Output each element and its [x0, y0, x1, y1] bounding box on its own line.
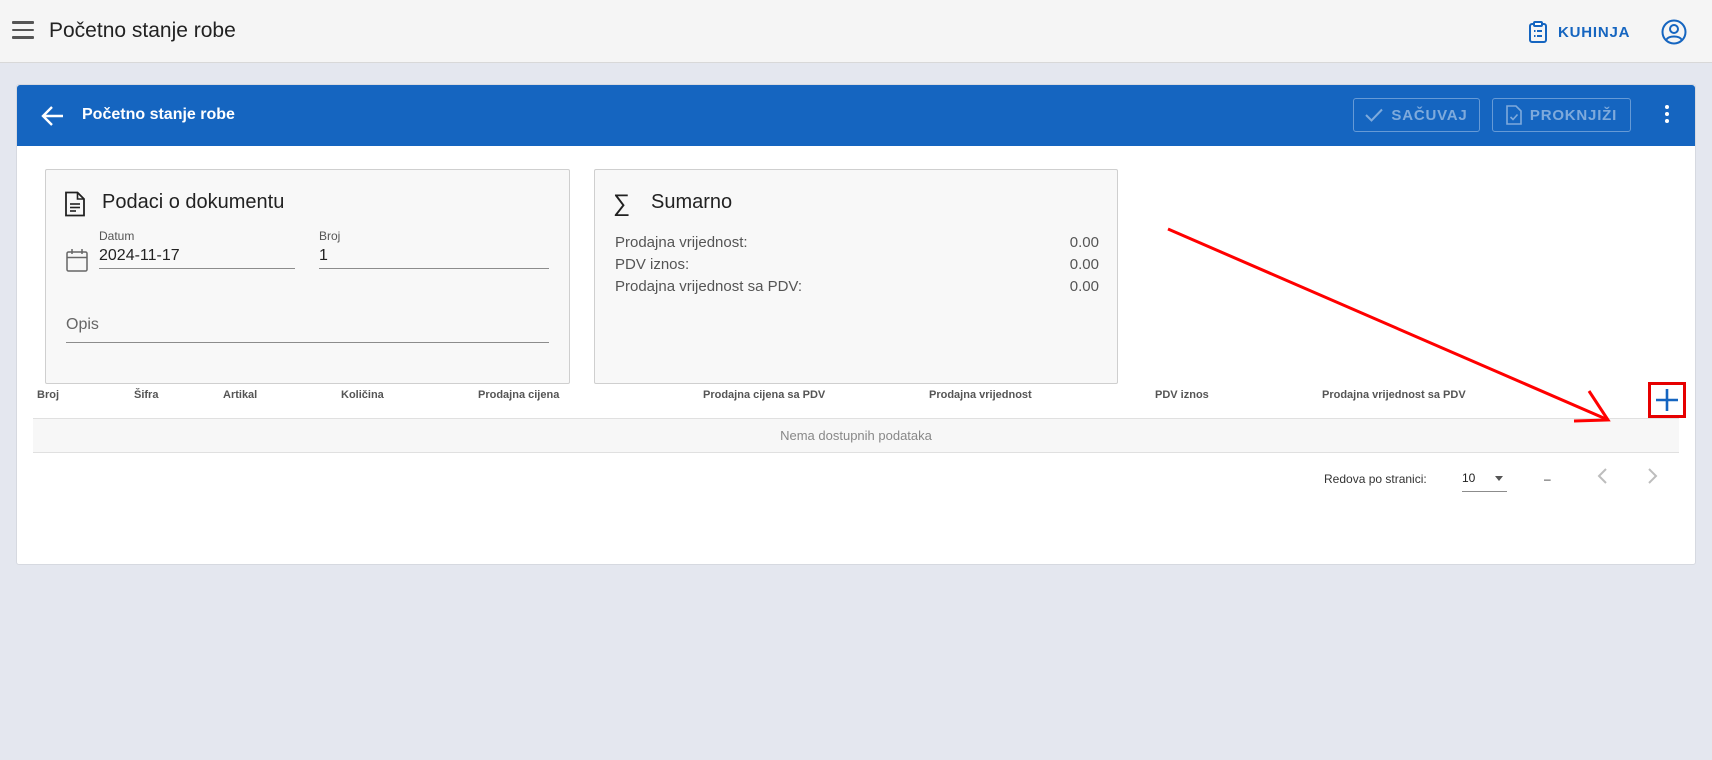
check-icon [1365, 108, 1384, 122]
summary-row-value: 0.00 [1069, 234, 1099, 251]
card-title: Početno stanje robe [82, 106, 235, 123]
summary-panel-title: Sumarno [651, 191, 733, 213]
column-header-sifra[interactable]: Šifra [134, 389, 158, 401]
date-field[interactable]: Datum 2024-11-17 [99, 229, 295, 269]
column-header-kolicina[interactable]: Količina [341, 389, 384, 401]
date-value[interactable]: 2024-11-17 [99, 247, 295, 269]
location-label: KUHINJA [1558, 23, 1631, 41]
arrow-left-icon[interactable] [39, 102, 67, 130]
number-value[interactable]: 1 [319, 247, 549, 269]
column-header-broj[interactable]: Broj [37, 389, 59, 401]
clipboard-icon [1529, 21, 1547, 43]
rows-per-page-label: Redova po stranici: [1324, 472, 1427, 486]
save-button[interactable]: SAČUVAJ [1353, 98, 1480, 132]
column-header-prodajna-cijena-sa-pdv[interactable]: Prodajna cijena sa PDV [703, 389, 825, 401]
summary-row: Prodajna vrijednost: 0.00 [615, 234, 1099, 251]
page-range: – [1544, 472, 1551, 486]
number-field[interactable]: Broj 1 [319, 229, 549, 269]
document-icon [65, 191, 85, 217]
post-label: PROKNJIŽI [1529, 106, 1618, 124]
card-header: Početno stanje robe SAČUVAJ PROKNJIŽI [17, 85, 1695, 146]
plus-icon [1656, 389, 1678, 411]
summary-row-label: Prodajna vrijednost sa PDV: [615, 278, 803, 295]
chevron-down-icon [1495, 476, 1503, 481]
summary-row-value: 0.00 [1069, 256, 1099, 273]
save-label: SAČUVAJ [1391, 106, 1468, 124]
table-empty-row: Nema dostupnih podataka [33, 419, 1679, 453]
number-label: Broj [319, 229, 341, 243]
summary-row-label: PDV iznos: [615, 256, 690, 273]
calendar-icon[interactable] [66, 248, 88, 272]
add-row-button[interactable] [1648, 382, 1686, 418]
table-header: Broj Šifra Artikal Količina Prodajna cij… [33, 370, 1686, 419]
location-button[interactable]: KUHINJA [1528, 18, 1630, 46]
summary-panel: ∑ Sumarno Prodajna vrijednost: 0.00 PDV … [594, 169, 1118, 384]
column-header-pdv-iznos[interactable]: PDV iznos [1155, 389, 1209, 401]
summary-row: Prodajna vrijednost sa PDV: 0.00 [615, 278, 1099, 295]
chevron-right-icon[interactable] [1640, 464, 1664, 488]
date-label: Datum [99, 229, 135, 243]
column-header-prodajna-vrijednost[interactable]: Prodajna vrijednost [929, 389, 1032, 401]
more-vert-icon[interactable] [1657, 103, 1677, 129]
summary-row-value: 0.00 [1069, 278, 1099, 295]
column-header-prodajna-cijena[interactable]: Prodajna cijena [478, 389, 559, 401]
post-button[interactable]: PROKNJIŽI [1492, 98, 1631, 132]
column-header-artikal[interactable]: Artikal [223, 389, 257, 401]
document-card: Početno stanje robe SAČUVAJ PROKNJIŽI Po… [16, 84, 1696, 565]
rows-per-page-select[interactable]: 10 [1462, 465, 1507, 492]
document-panel-title: Podaci o dokumentu [102, 191, 285, 213]
summary-row-label: Prodajna vrijednost: [615, 234, 748, 251]
document-check-icon [1506, 105, 1522, 125]
empty-message: Nema dostupnih podataka [780, 428, 932, 443]
summary-row: PDV iznos: 0.00 [615, 256, 1099, 273]
app-bar: Početno stanje robe KUHINJA [0, 0, 1712, 63]
document-info-panel: Podaci o dokumentu Datum 2024-11-17 Broj… [45, 169, 570, 384]
sigma-icon: ∑ [613, 190, 631, 217]
account-icon[interactable] [1661, 19, 1687, 45]
menu-icon[interactable] [12, 21, 34, 41]
chevron-left-icon[interactable] [1591, 464, 1615, 488]
page-title: Početno stanje robe [49, 19, 236, 42]
description-field[interactable]: Opis [66, 316, 549, 343]
rows-per-page-value: 10 [1462, 471, 1476, 485]
column-header-prodajna-vrijednost-sa-pdv[interactable]: Prodajna vrijednost sa PDV [1322, 389, 1466, 401]
